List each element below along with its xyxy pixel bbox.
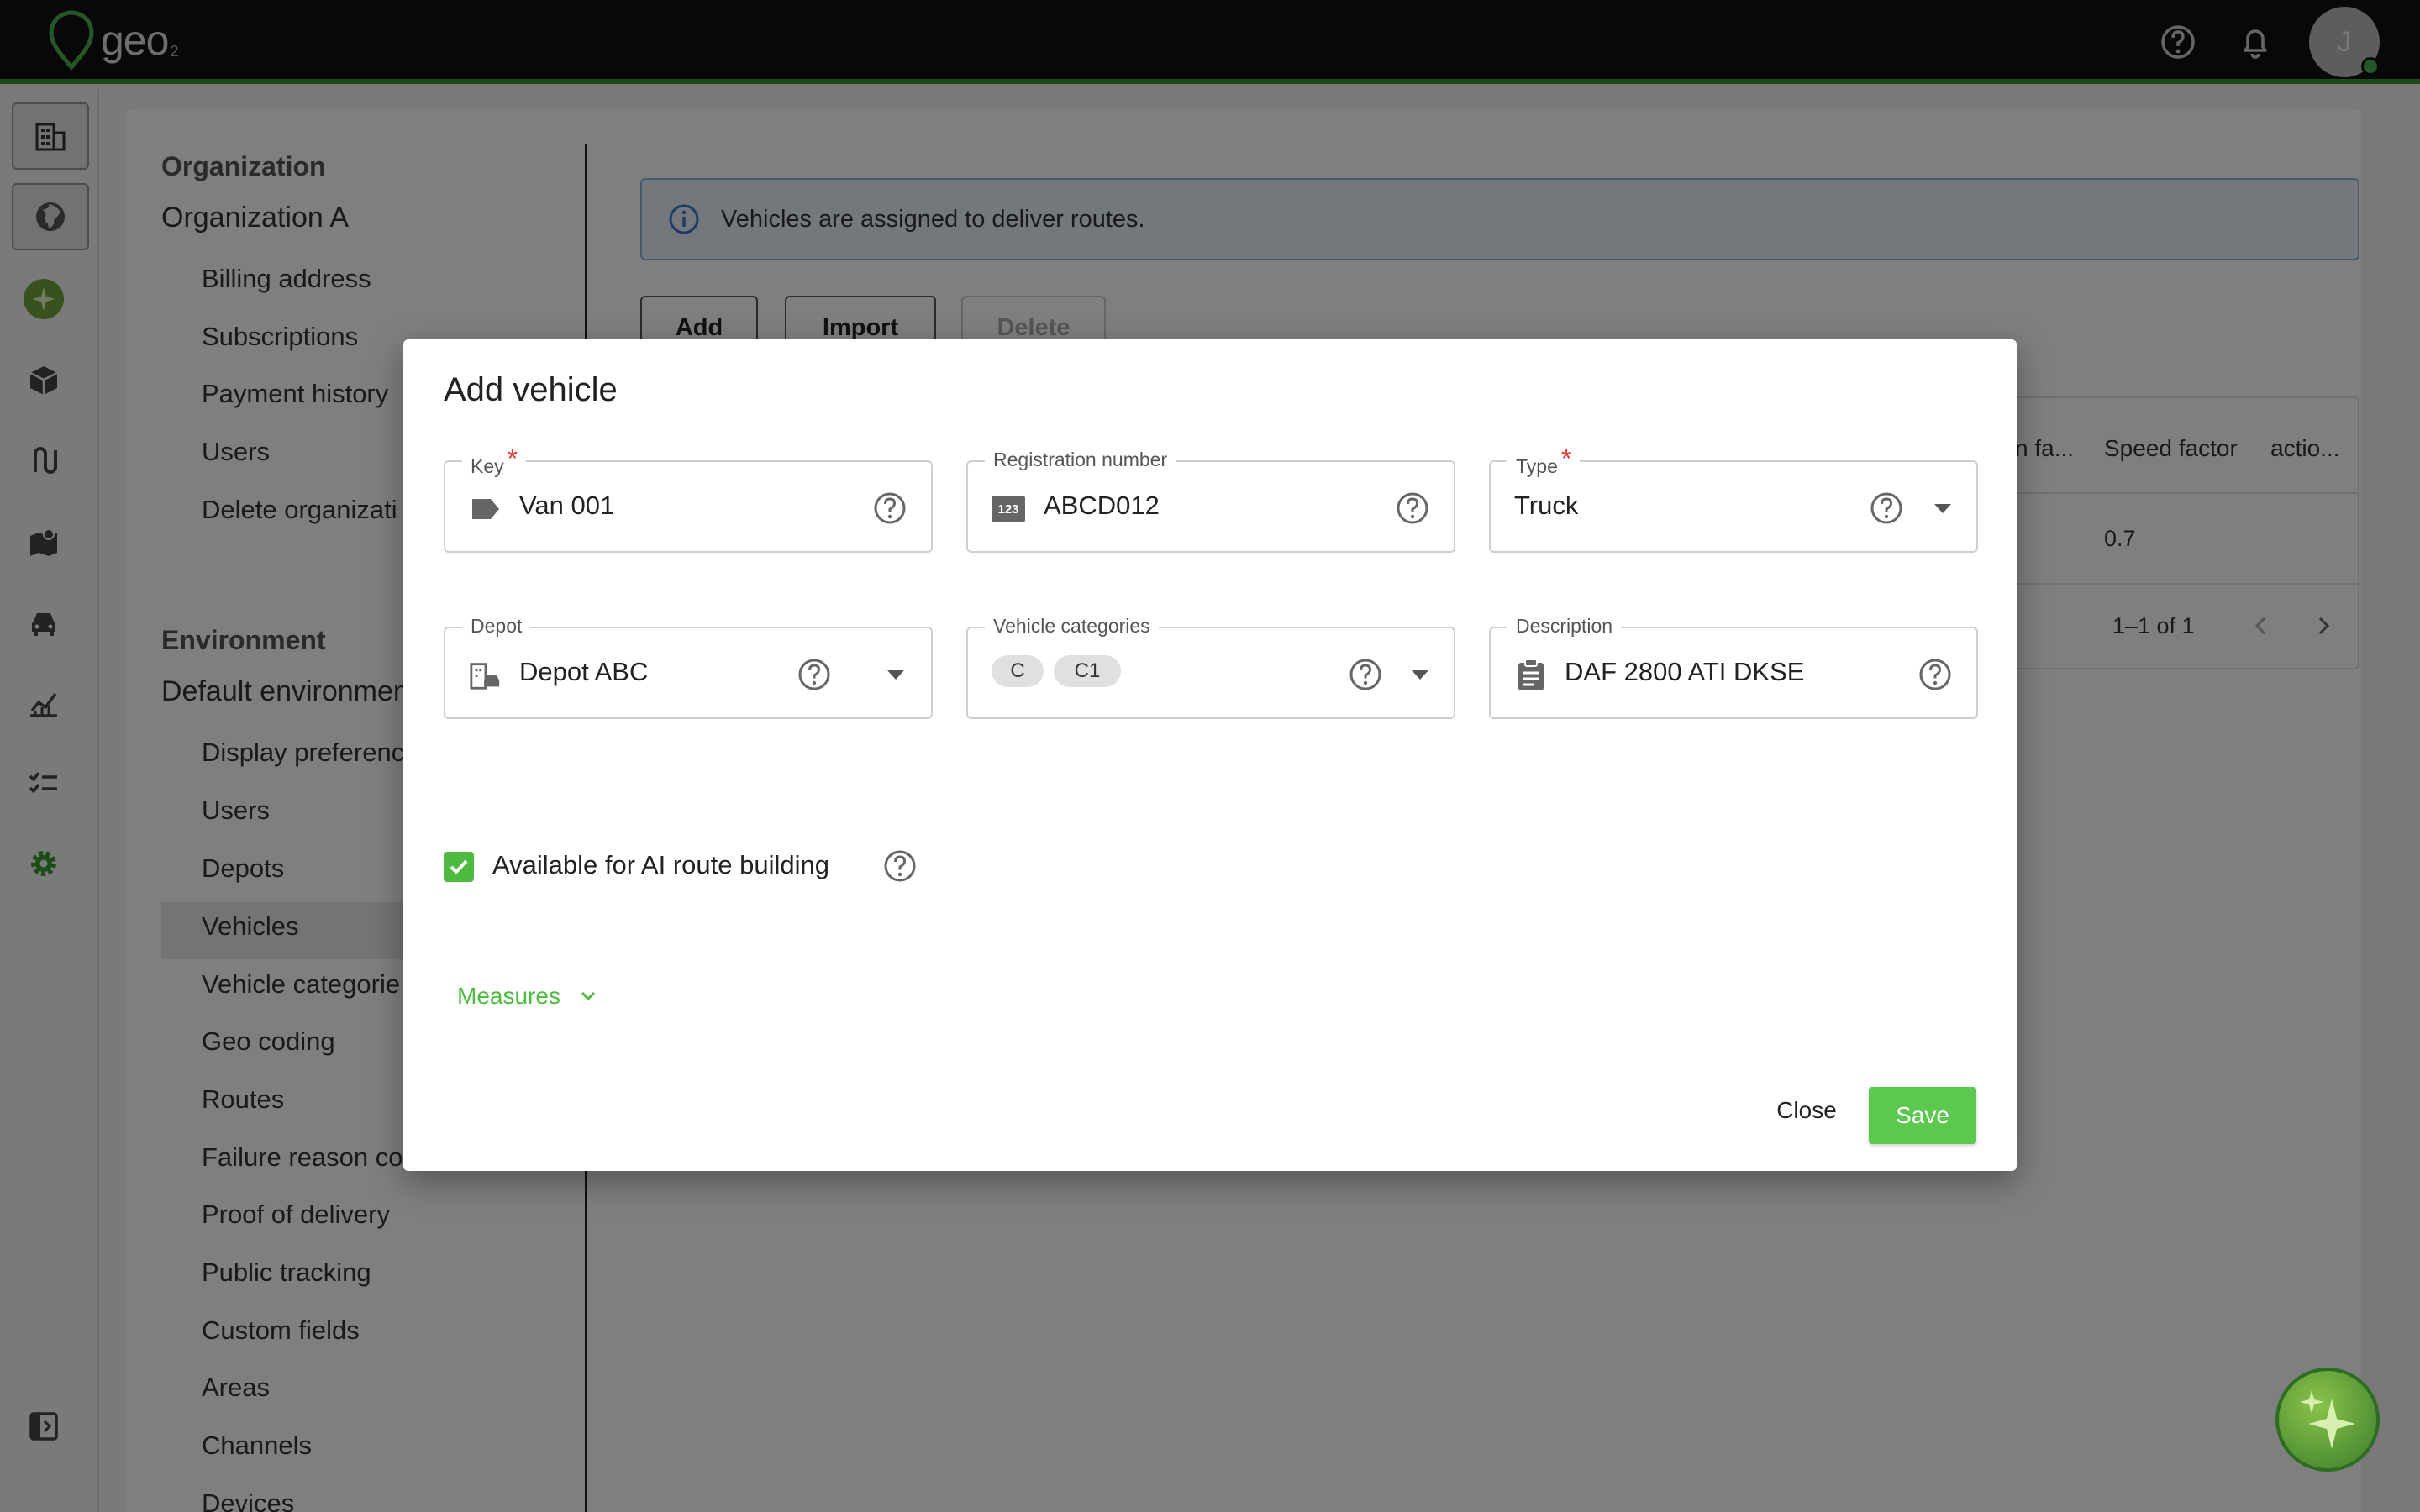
ai-route-building-checkbox[interactable] xyxy=(444,852,474,882)
help-icon[interactable] xyxy=(1918,657,1953,692)
dropdown-arrow-icon[interactable] xyxy=(1412,670,1428,680)
registration-number-label: Registration number xyxy=(985,449,1176,471)
measures-label: Measures xyxy=(457,983,560,1009)
depot-building-icon xyxy=(469,659,502,692)
category-chip-c[interactable]: C xyxy=(992,655,1044,687)
depot-select[interactable]: Depot Depot ABC xyxy=(444,615,933,719)
required-asterisk: * xyxy=(1560,444,1572,474)
help-icon[interactable] xyxy=(1869,491,1904,526)
add-vehicle-dialog: Add vehicle Key * Van 001 Registration nu… xyxy=(403,339,2017,1171)
registration-number-input[interactable]: ABCD012 xyxy=(1044,491,1160,521)
category-chip-c1[interactable]: C1 xyxy=(1054,655,1121,687)
help-icon[interactable] xyxy=(1395,491,1430,526)
dropdown-arrow-icon[interactable] xyxy=(887,670,904,680)
help-icon[interactable] xyxy=(882,848,918,884)
dropdown-arrow-icon[interactable] xyxy=(1934,504,1951,513)
type-select[interactable]: Type * Truck xyxy=(1489,444,1978,553)
ai-route-building-label[interactable]: Available for AI route building xyxy=(492,850,829,880)
key-label: Key * xyxy=(462,444,527,480)
description-field[interactable]: Description DAF 2800 ATI DKSE xyxy=(1489,615,1978,719)
measures-expander[interactable]: Measures xyxy=(457,983,599,1010)
help-icon[interactable] xyxy=(872,491,908,526)
checkmark-icon xyxy=(450,859,468,874)
sparkle-icon xyxy=(2300,1390,2355,1449)
save-button[interactable]: Save xyxy=(1869,1087,1976,1144)
depot-label: Depot xyxy=(462,615,531,638)
description-label: Description xyxy=(1507,615,1622,638)
depot-value: Depot ABC xyxy=(519,657,649,686)
tag-icon xyxy=(469,492,502,526)
description-input[interactable]: DAF 2800 ATI DKSE xyxy=(1565,657,1804,687)
vehicle-categories-label: Vehicle categories xyxy=(985,615,1159,638)
clipboard-icon xyxy=(1514,659,1548,692)
dialog-title: Add vehicle xyxy=(444,371,618,408)
vehicle-categories-select[interactable]: Vehicle categories C C1 xyxy=(966,615,1455,719)
close-button[interactable]: Close xyxy=(1765,1082,1849,1139)
ai-assistant-button[interactable] xyxy=(2275,1368,2380,1472)
type-value: Truck xyxy=(1514,491,1579,520)
type-label: Type * xyxy=(1507,444,1581,480)
registration-number-field[interactable]: Registration number 123 ABCD012 xyxy=(966,449,1455,553)
required-asterisk: * xyxy=(507,444,518,474)
chevron-down-icon xyxy=(581,991,595,1001)
key-input[interactable]: Van 001 xyxy=(519,491,614,521)
number-badge-icon: 123 xyxy=(992,492,1025,526)
help-icon[interactable] xyxy=(1348,657,1383,692)
help-icon[interactable] xyxy=(797,657,832,692)
key-field[interactable]: Key * Van 001 xyxy=(444,444,933,553)
